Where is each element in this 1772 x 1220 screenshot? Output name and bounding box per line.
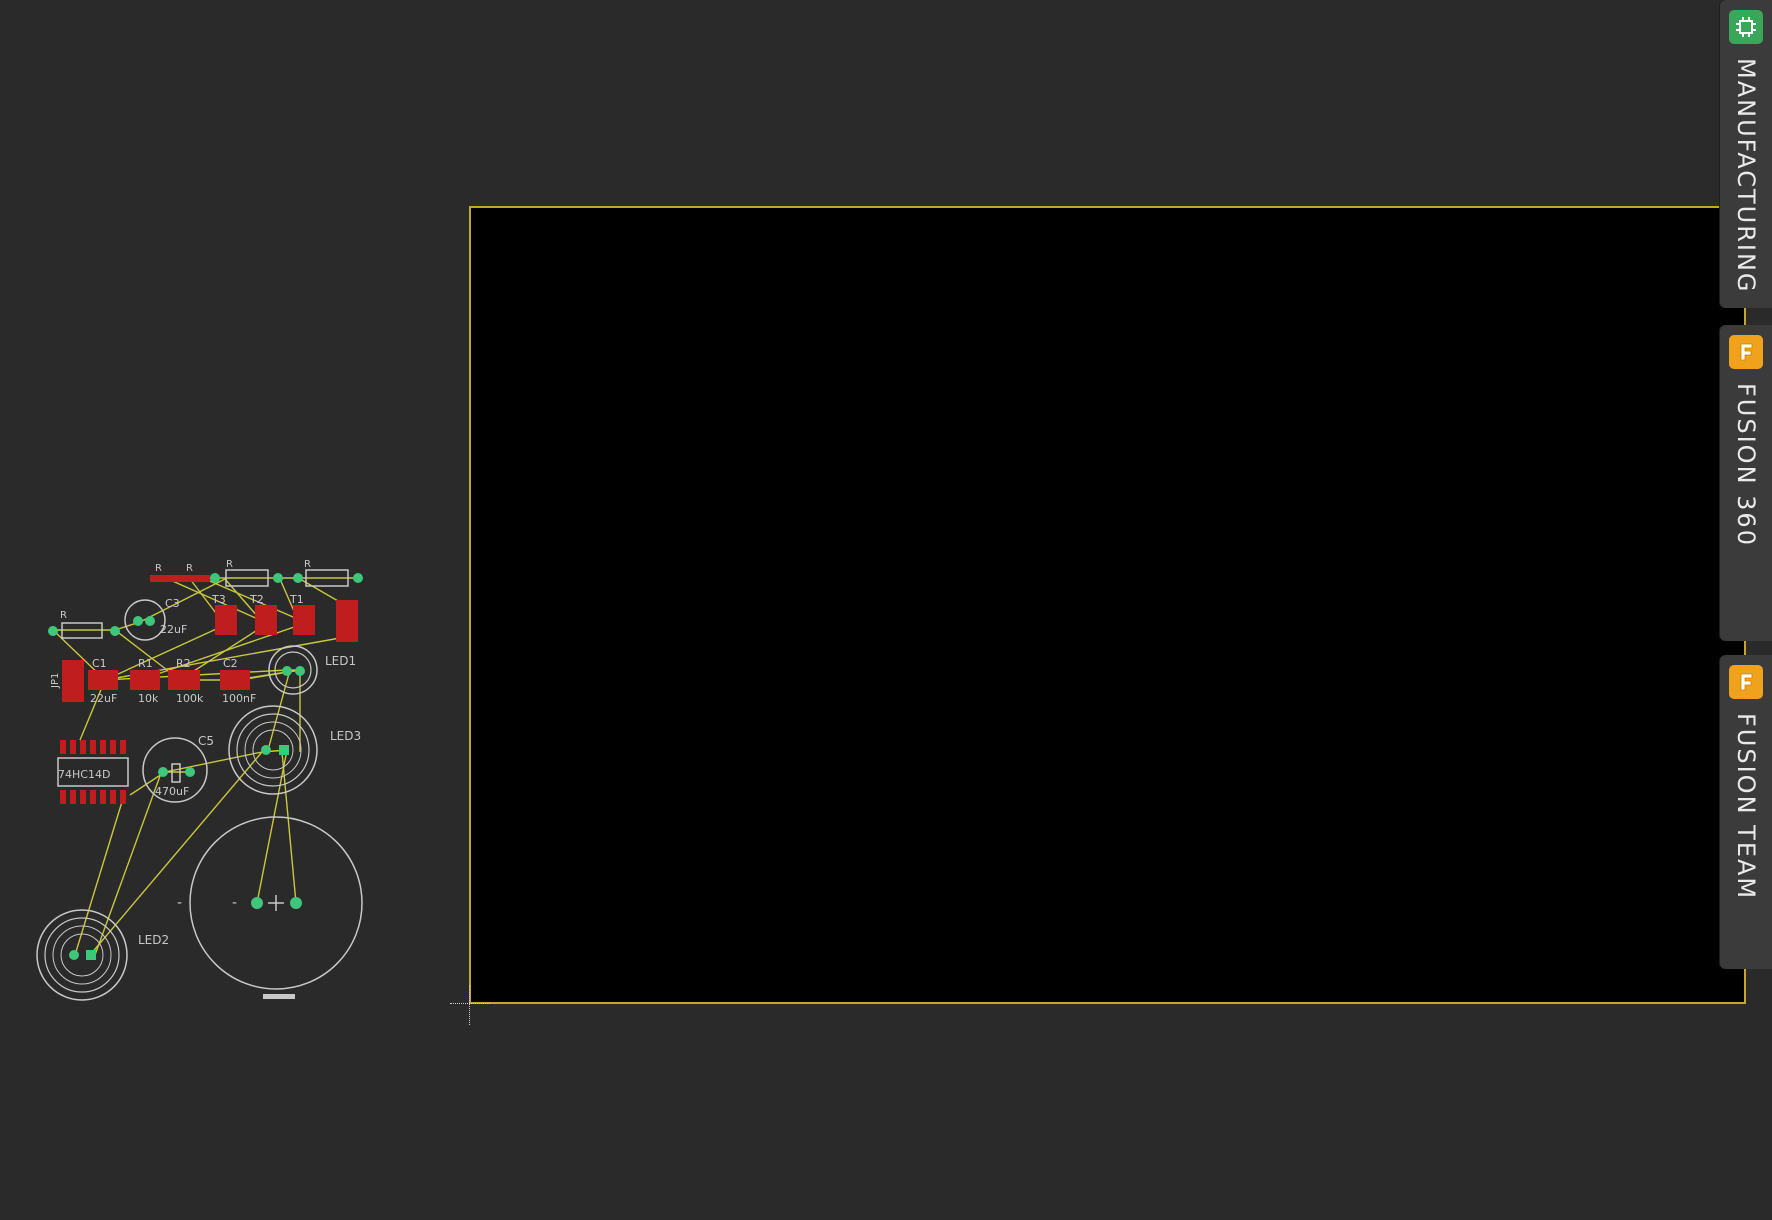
manufacturing-panel-tab[interactable]: MANUFACTURING <box>1720 0 1772 308</box>
fusionteam-panel-tab[interactable]: FUSION TEAM <box>1720 655 1772 969</box>
label-battery-minus-outer: - <box>177 895 182 911</box>
label-led2: LED2 <box>138 933 169 947</box>
label-jp1: JP1 <box>50 673 61 689</box>
label-t2: T2 <box>249 593 264 606</box>
label-c3-value: 22uF <box>160 623 187 636</box>
capacitor-c3[interactable]: C3 22uF <box>124 597 187 641</box>
label-t1: T1 <box>289 593 304 606</box>
label-r-top2: R <box>186 563 193 574</box>
label-ic-value: 74HC14D <box>58 768 110 781</box>
label-r1-value: 10k <box>138 692 159 705</box>
label-c2-value: 100nF <box>222 692 256 705</box>
label-r2-value: 100k <box>176 692 204 705</box>
label-c2: C2 <box>223 657 238 670</box>
fusion-f-icon <box>1729 665 1763 699</box>
fusion360-panel-tab[interactable]: FUSION 360 <box>1720 325 1772 641</box>
label-c1-value: 22uF <box>90 692 117 705</box>
label-r-top1: R <box>155 563 162 574</box>
unplaced-components[interactable]: R R R R R C3 22uF T3 T2 T1 C1 22uF R1 10… <box>0 0 470 1060</box>
fusion360-label: FUSION 360 <box>1732 383 1760 547</box>
fusion-f-icon <box>1729 335 1763 369</box>
label-c1: C1 <box>92 657 107 670</box>
battery-holder[interactable]: - - <box>177 816 363 999</box>
smd-row-middle[interactable]: C1 22uF R1 10k R2 100k C2 100nF JP1 <box>50 657 256 705</box>
label-t3: T3 <box>211 593 226 606</box>
manufacturing-label: MANUFACTURING <box>1732 58 1760 294</box>
label-r-top4: R <box>304 559 311 570</box>
label-led1: LED1 <box>325 654 356 668</box>
label-c5-value: 470uF <box>155 785 189 798</box>
label-led3: LED3 <box>330 729 361 743</box>
resistor-left[interactable]: R <box>48 610 120 639</box>
led-3[interactable]: LED3 <box>228 705 361 795</box>
label-r1: R1 <box>138 657 153 670</box>
label-r-top3: R <box>226 559 233 570</box>
ic-74hc14d[interactable]: 74HC14D <box>57 740 129 804</box>
board-canvas[interactable]: R R R R R C3 22uF T3 T2 T1 C1 22uF R1 10… <box>0 0 1772 1220</box>
chip-icon <box>1729 10 1763 44</box>
resistor-row-top[interactable]: R R R R <box>150 559 363 587</box>
led-2[interactable]: LED2 <box>36 909 169 1001</box>
fusionteam-label: FUSION TEAM <box>1732 713 1760 901</box>
label-c5: C5 <box>198 734 214 748</box>
label-battery-minus-inner: - <box>232 895 237 911</box>
pcb-board-outline[interactable] <box>469 206 1746 1004</box>
label-c3: C3 <box>165 597 180 610</box>
label-r2: R2 <box>176 657 191 670</box>
label-r-left: R <box>60 610 67 621</box>
